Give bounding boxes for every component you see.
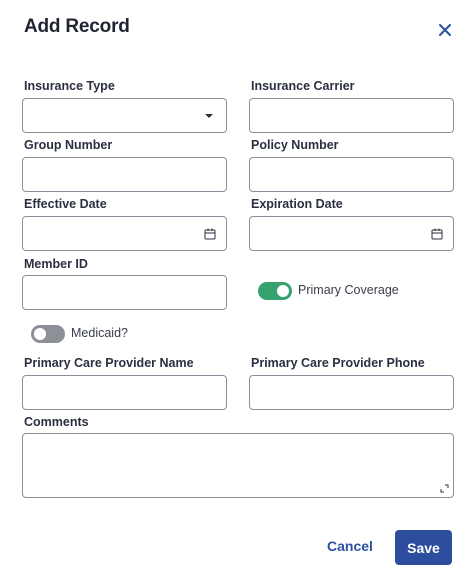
- effective-date-input[interactable]: [22, 216, 227, 251]
- primary-coverage-toggle[interactable]: [258, 282, 292, 300]
- pcp-name-label: Primary Care Provider Name: [24, 356, 194, 370]
- pcp-phone-label: Primary Care Provider Phone: [251, 356, 425, 370]
- medicaid-toggle[interactable]: [31, 325, 65, 343]
- member-id-label: Member ID: [24, 257, 88, 271]
- policy-number-label: Policy Number: [251, 138, 339, 152]
- resize-handle-icon[interactable]: [440, 484, 449, 493]
- toggle-knob: [277, 285, 289, 297]
- effective-date-label: Effective Date: [24, 197, 107, 211]
- save-button[interactable]: Save: [395, 530, 452, 565]
- calendar-icon[interactable]: [204, 228, 216, 240]
- toggle-knob: [34, 328, 46, 340]
- primary-coverage-label: Primary Coverage: [298, 283, 399, 297]
- insurance-carrier-input[interactable]: [249, 98, 454, 133]
- group-number-input[interactable]: [22, 157, 227, 192]
- comments-label: Comments: [24, 415, 89, 429]
- comments-textarea[interactable]: [22, 433, 454, 498]
- close-icon[interactable]: [436, 21, 454, 39]
- insurance-type-select[interactable]: [22, 98, 227, 133]
- expiration-date-label: Expiration Date: [251, 197, 343, 211]
- chevron-down-icon: [205, 114, 213, 118]
- medicaid-label: Medicaid?: [71, 326, 128, 340]
- policy-number-input[interactable]: [249, 157, 454, 192]
- pcp-phone-input[interactable]: [249, 375, 454, 410]
- dialog-title: Add Record: [24, 16, 130, 37]
- pcp-name-input[interactable]: [22, 375, 227, 410]
- group-number-label: Group Number: [24, 138, 113, 152]
- insurance-carrier-label: Insurance Carrier: [251, 79, 355, 93]
- cancel-button[interactable]: Cancel: [327, 538, 373, 554]
- expiration-date-input[interactable]: [249, 216, 454, 251]
- insurance-type-label: Insurance Type: [24, 79, 115, 93]
- calendar-icon[interactable]: [431, 228, 443, 240]
- member-id-input[interactable]: [22, 275, 227, 310]
